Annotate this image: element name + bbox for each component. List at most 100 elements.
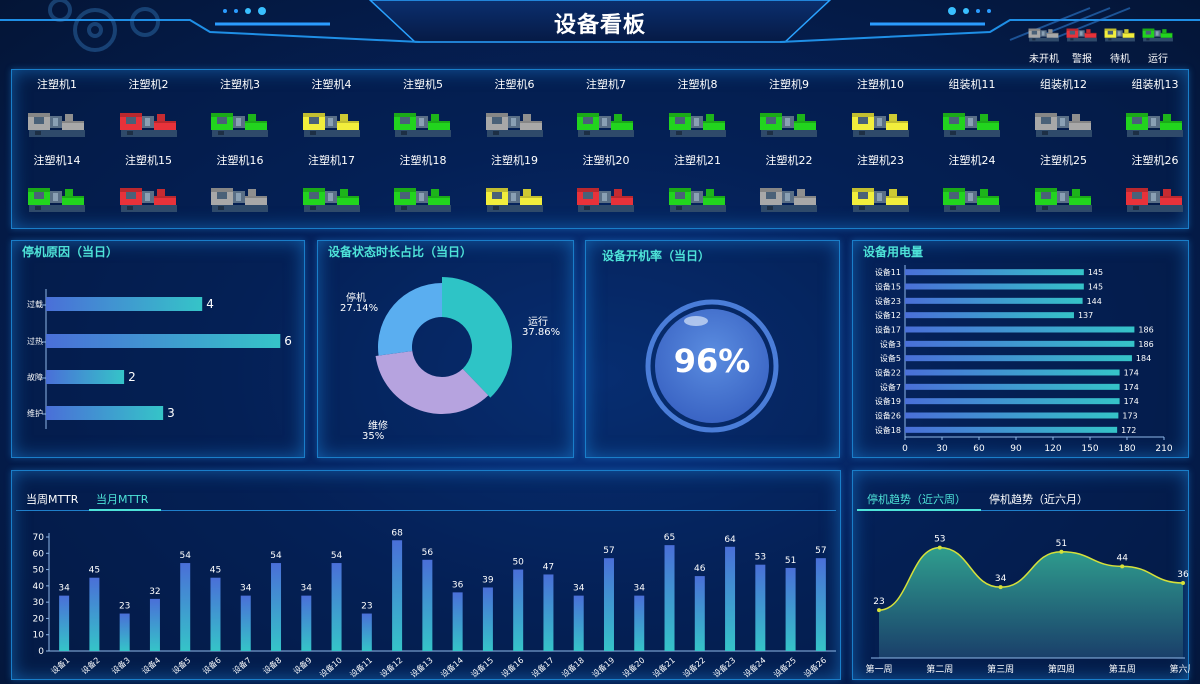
- mttr-bar: [271, 563, 282, 651]
- machine-icon[interactable]: [942, 108, 1002, 142]
- machine-icon[interactable]: [302, 108, 362, 142]
- stop-reason-panel: 停机原因（当日） 过载 4 过热 6 故障 2 维护 3: [11, 240, 305, 458]
- power-bar: [905, 297, 1083, 304]
- trend-point: [877, 608, 881, 613]
- mttr-category: 设备14: [438, 655, 464, 679]
- machine-name: 注塑机8: [677, 78, 718, 91]
- machine-icon[interactable]: [942, 183, 1002, 217]
- machine-icon[interactable]: [27, 183, 87, 217]
- mttr-category: 设备22: [681, 655, 707, 679]
- machine-icon[interactable]: [759, 183, 819, 217]
- machine-icon[interactable]: [485, 108, 545, 142]
- machine-icon[interactable]: [576, 108, 636, 142]
- machine-icon[interactable]: [119, 108, 179, 142]
- mttr-bar: [422, 559, 433, 651]
- mttr-category: 设备12: [378, 655, 404, 679]
- trend-point: [1181, 581, 1185, 585]
- mttr-value: 45: [210, 566, 221, 576]
- power-category: 设备22: [875, 368, 901, 378]
- machine-name: 注塑机5: [403, 78, 443, 91]
- mttr-bar: [603, 558, 614, 651]
- mttr-value: 54: [331, 551, 343, 561]
- power-value: 186: [1138, 326, 1153, 335]
- power-value: 172: [1121, 426, 1136, 435]
- power-xtick: 210: [1155, 444, 1172, 454]
- trend-chart: 23 第一周 53 第二周 34 第三周 51 第四周 44 第五周 36 第六周: [865, 535, 1190, 675]
- machine-icon[interactable]: [210, 108, 270, 142]
- machine-icon[interactable]: [27, 108, 87, 142]
- stop-reason-bar: [46, 334, 281, 348]
- machine-icon[interactable]: [1034, 108, 1094, 142]
- power-value: 174: [1124, 369, 1139, 378]
- machine-icon[interactable]: [1034, 183, 1094, 217]
- power-category: 设备5: [880, 353, 901, 363]
- mttr-ytick: 50: [33, 566, 45, 576]
- trend-point: [1120, 564, 1125, 569]
- power-bar: [905, 369, 1120, 376]
- machine-name: 注塑机16: [216, 154, 264, 167]
- machine-icon[interactable]: [485, 183, 545, 217]
- mttr-bar: [513, 569, 524, 651]
- stop-reason-bar: [46, 297, 203, 311]
- mttr-value: 32: [149, 587, 160, 597]
- machine-icon[interactable]: [302, 183, 362, 217]
- machine-icon[interactable]: [1125, 183, 1185, 217]
- power-bar: [905, 355, 1132, 362]
- status-ratio-panel: 设备状态时长占比（当日） 运行 37.86% 维修 35% 停机 27.14%: [317, 240, 574, 458]
- mttr-value: 47: [543, 562, 554, 572]
- machine-name: 注塑机17: [308, 154, 355, 167]
- mttr-category: 设备8: [261, 655, 284, 676]
- power-category: 设备12: [875, 310, 901, 320]
- mttr-value: 34: [573, 584, 585, 594]
- machine-icon[interactable]: [851, 183, 911, 217]
- mttr-bar: [119, 613, 130, 651]
- machine-name: 注塑机21: [674, 154, 721, 167]
- machine-icon[interactable]: [668, 183, 728, 217]
- legend-label: 待机: [1110, 54, 1130, 65]
- mttr-value: 23: [361, 602, 372, 612]
- trend-value: 51: [1056, 539, 1067, 549]
- power-value: 174: [1124, 397, 1139, 406]
- machine-name: 组装机13: [1131, 78, 1179, 91]
- machine-icon[interactable]: [393, 108, 453, 142]
- power-category: 设备26: [875, 411, 901, 421]
- power-category: 设备17: [875, 325, 901, 335]
- stop-reason-chart: 过载 4 过热 6 故障 2 维护 3: [27, 289, 292, 429]
- mttr-value: 46: [694, 564, 706, 574]
- machine-icon[interactable]: [1125, 108, 1185, 142]
- mttr-bar: [180, 563, 191, 651]
- uptime-value: 96%: [673, 342, 751, 380]
- stop-reason-value: 4: [206, 297, 214, 311]
- power-value: 145: [1088, 268, 1103, 277]
- machine-name: 注塑机15: [125, 154, 172, 167]
- mttr-bar: [573, 595, 584, 651]
- machine-name: 注塑机6: [494, 78, 535, 91]
- mttr-value: 45: [89, 566, 100, 576]
- legend-machine-icon: [1104, 26, 1136, 46]
- trend-point: [998, 585, 1003, 590]
- power-value: 144: [1087, 297, 1102, 306]
- machine-icon[interactable]: [759, 108, 819, 142]
- mttr-category: 设备1: [49, 655, 72, 676]
- stop-reason-bar: [46, 406, 164, 420]
- stop-reason-category: 过载: [27, 299, 43, 309]
- mttr-category: 设备2: [79, 655, 102, 676]
- power-value: 186: [1138, 340, 1153, 349]
- pie-slice: [378, 283, 442, 356]
- mttr-category: 设备19: [590, 655, 616, 679]
- power-xtick: 30: [936, 444, 948, 454]
- power-xtick: 150: [1081, 444, 1098, 454]
- mttr-value: 68: [391, 528, 403, 538]
- mttr-ytick: 40: [33, 582, 45, 592]
- machine-icon[interactable]: [119, 183, 179, 217]
- mttr-category: 设备21: [650, 655, 676, 679]
- trend-category: 第六周: [1169, 663, 1190, 675]
- machine-icon[interactable]: [668, 108, 728, 142]
- machine-icon[interactable]: [851, 108, 911, 142]
- machine-icon[interactable]: [576, 183, 636, 217]
- machine-icon[interactable]: [210, 183, 270, 217]
- pie-percent: 27.14%: [340, 303, 378, 314]
- power-chart: 0 30 60 90 120 150 180 210 设备11 145 设备15 145 设备23 144…: [875, 265, 1173, 454]
- machine-icon[interactable]: [393, 183, 453, 217]
- power-bar: [905, 398, 1120, 405]
